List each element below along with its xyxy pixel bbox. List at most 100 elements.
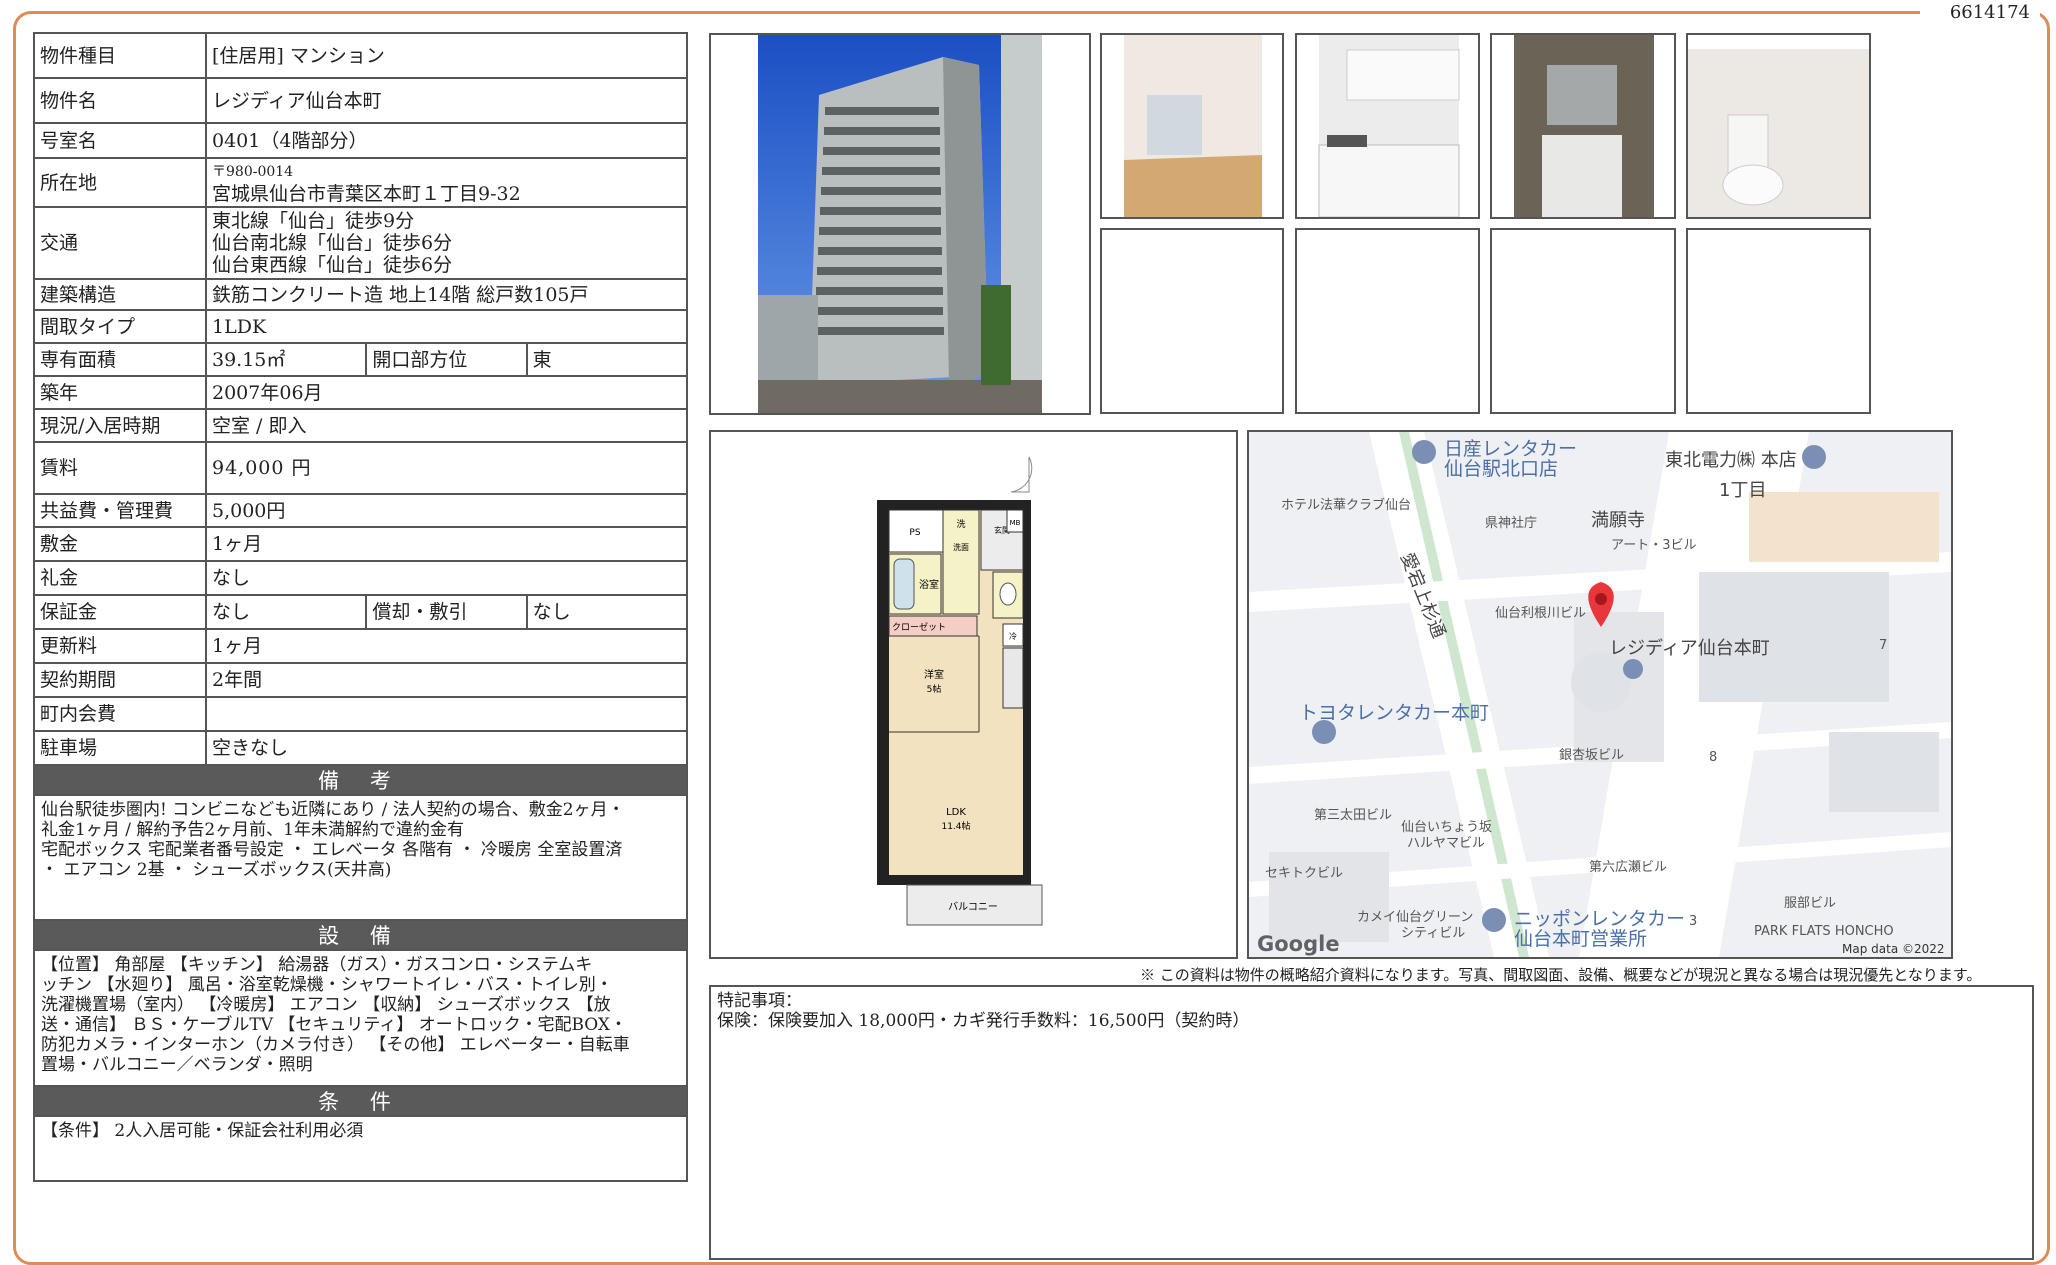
- address-text: 宮城県仙台市青葉区本町１丁目9-32: [212, 182, 521, 205]
- room-value: 0401（4階部分）: [205, 122, 688, 159]
- map-label: 第三太田ビル: [1314, 808, 1393, 823]
- postal-code: 〒980-0014: [212, 163, 294, 180]
- equipment-line: ッチン 【水廻り】 風呂・浴室乾燥機・シャワートイレ・バス・トイレ別・: [41, 975, 613, 995]
- transit-line: 東北線「仙台」徒歩9分: [212, 210, 415, 232]
- structure-value: 鉄筋コンクリート造 地上14階 総戸数105戸: [205, 278, 688, 311]
- status-value: 空室 / 即入: [205, 408, 688, 443]
- toilet-photo: [1686, 33, 1871, 219]
- deposit-label: 敷金: [33, 526, 207, 562]
- transit-line: 仙台東西線「仙台」徒歩6分: [212, 254, 453, 276]
- period-value: 2年間: [205, 662, 688, 698]
- map-label: ハルヤマビル: [1407, 836, 1486, 851]
- floor-plan: PS 浴室 クローゼット 洗 洗面 玄関 MB 冷 洋室 5帖 LDK 11.4…: [709, 430, 1238, 959]
- map-label: レジディア仙台本町: [1609, 638, 1770, 659]
- map-label: 第六広瀬ビル: [1589, 860, 1668, 875]
- equipment-line: 防犯カメラ・インターホン（カメラ付き） 【その他】 エレベーター・自転車: [41, 1035, 630, 1055]
- conditions-text: 【条件】 2人入居可能・保証会社利用必須: [41, 1121, 364, 1141]
- guarantee-value: なし: [204, 594, 368, 630]
- equipment-header: 設 備: [33, 921, 688, 951]
- address-label: 所在地: [33, 157, 207, 208]
- map-label: アート・3ビル: [1611, 538, 1697, 553]
- plan-western-size: 5帖: [927, 683, 942, 695]
- notes-line: ・ エアコン 2基 ・ シューズボックス(天井高): [41, 860, 392, 880]
- disclaimer-notice: ※ この資料は物件の概略紹介資料になります。写真、間取図面、設備、概要などが現況…: [1140, 966, 1982, 984]
- plan-western: 洋室: [924, 668, 944, 681]
- plan-ldk-size: 11.4帖: [941, 820, 970, 832]
- transit-label: 交通: [33, 206, 207, 280]
- remarks-title: 特記事項：: [717, 991, 802, 1011]
- map-label: 満願寺: [1591, 510, 1645, 531]
- map-label: ホテル法華クラブ仙台: [1281, 498, 1412, 513]
- direction-label: 開口部方位: [365, 342, 528, 377]
- rent-value: 94,000 円: [205, 441, 688, 495]
- built-label: 築年: [33, 375, 207, 410]
- renewal-value: 1ヶ月: [205, 628, 688, 664]
- town-fee-label: 町内会費: [33, 696, 207, 732]
- plan-bath: 浴室: [919, 578, 939, 591]
- notes-line: 仙台駅徒歩圏内! コンビニなども近隣にあり / 法人契約の場合、敷金2ヶ月・: [41, 800, 625, 820]
- plan-washroom: 洗面: [953, 542, 969, 552]
- map-label: 銀杏坂ビル: [1559, 748, 1625, 763]
- notes-body: 仙台駅徒歩圏内! コンビニなども近隣にあり / 法人契約の場合、敷金2ヶ月・ 礼…: [33, 796, 688, 921]
- plan-ldk: LDK: [946, 807, 966, 818]
- plan-closet: クローゼット: [892, 621, 946, 633]
- area-label: 専有面積: [33, 342, 207, 377]
- transit-value: 東北線「仙台」徒歩9分 仙台南北線「仙台」徒歩6分 仙台東西線「仙台」徒歩6分: [205, 206, 688, 280]
- rent-label: 賃料: [33, 441, 207, 495]
- location-map[interactable]: 日産レンタカー 仙台駅北口店 東北電力㈱ 本店 1丁目 ホテル法華クラブ仙台 満…: [1247, 430, 1953, 959]
- fee-label: 共益費・管理費: [33, 493, 207, 528]
- direction-value: 東: [525, 342, 689, 377]
- transit-line: 仙台南北線「仙台」徒歩6分: [212, 232, 453, 254]
- equipment-line: 置場・バルコニー／ベランダ・照明: [41, 1055, 313, 1075]
- period-label: 契約期間: [33, 662, 207, 698]
- renewal-label: 更新料: [33, 628, 207, 664]
- map-label: 仙台本町営業所: [1514, 928, 1648, 950]
- equipment-line: 【位置】 角部屋 【キッチン】 給湯器（ガス）・ガスコンロ・システムキ: [41, 955, 593, 975]
- conditions-header: 条 件: [33, 1087, 688, 1117]
- room-label: 号室名: [33, 122, 207, 159]
- type-label: 物件種目: [33, 32, 207, 79]
- google-logo: Google: [1257, 932, 1340, 956]
- empty-photo-slot: [1100, 228, 1284, 414]
- map-label: トヨタレンタカー本町: [1299, 702, 1490, 724]
- layout-value: 1LDK: [205, 309, 688, 344]
- empty-photo-slot: [1490, 228, 1676, 414]
- amortization-value: なし: [525, 594, 689, 630]
- notes-header: 備 考: [33, 766, 688, 796]
- equipment-line: 送・通信】 ＢＳ・ケーブルTV 【セキュリティ】 オートロック・宅配BOX・: [41, 1015, 627, 1035]
- structure-label: 建築構造: [33, 278, 207, 311]
- plan-fridge: 冷: [1009, 631, 1017, 641]
- map-label: 7: [1879, 638, 1888, 653]
- map-label: 県神社庁: [1485, 516, 1538, 531]
- map-label: PARK FLATS HONCHO: [1754, 924, 1894, 939]
- special-remarks: 特記事項： 保険：保険要加入 18,000円・カギ発行手数料：16,500円（契…: [709, 985, 2034, 1260]
- plan-wash: 洗: [956, 518, 965, 530]
- plan-balcony: バルコニー: [948, 901, 998, 913]
- map-label: 服部ビル: [1784, 896, 1837, 911]
- plan-mb: MB: [1010, 519, 1021, 527]
- map-label: シティビル: [1401, 926, 1466, 941]
- layout-label: 間取タイプ: [33, 309, 207, 344]
- guarantee-label: 保証金: [33, 594, 207, 630]
- equipment-line: 洗濯機置場（室内） 【冷暖房】 エアコン 【収納】 シューズボックス 【放: [41, 995, 611, 1015]
- equipment-body: 【位置】 角部屋 【キッチン】 給湯器（ガス）・ガスコンロ・システムキ ッチン …: [33, 951, 688, 1087]
- property-name: レジディア仙台本町: [205, 77, 688, 124]
- empty-photo-slot: [1686, 228, 1871, 414]
- area-value: 39.15㎡: [204, 342, 368, 377]
- key-money-value: なし: [205, 560, 688, 596]
- room-photo: [1100, 33, 1284, 219]
- map-attribution: Map data ©2022: [1842, 942, 1945, 956]
- deposit-value: 1ヶ月: [205, 526, 688, 562]
- parking-label: 駐車場: [33, 730, 207, 766]
- notes-line: 宅配ボックス 宅配業者番号設定 ・ エレベータ 各階有 ・ 冷暖房 全室設置済: [41, 840, 623, 860]
- document-number: 6614174: [1949, 2, 2030, 23]
- plan-ps: PS: [909, 528, 920, 538]
- map-label: 仙台駅北口店: [1444, 458, 1559, 480]
- key-money-label: 礼金: [33, 560, 207, 596]
- type-value: [住居用] マンション: [205, 32, 688, 79]
- town-fee-value: [205, 696, 688, 732]
- notes-line: 礼金1ヶ月 / 解約予告2ヶ月前、1年未満解約で違約金有: [41, 820, 464, 840]
- map-label: 仙台利根川ビル: [1495, 606, 1587, 621]
- empty-photo-slot: [1295, 228, 1480, 414]
- map-label: 8: [1709, 750, 1718, 765]
